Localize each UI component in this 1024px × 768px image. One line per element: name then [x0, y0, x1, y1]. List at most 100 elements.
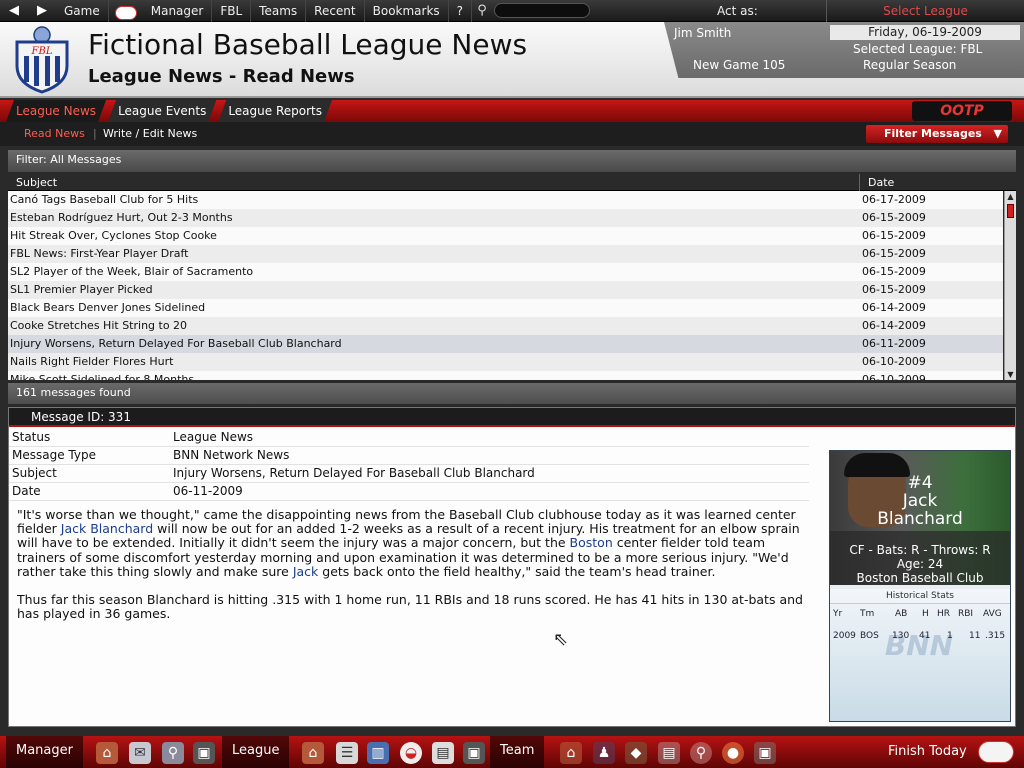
mouse-cursor-icon: ⇖ — [553, 629, 569, 650]
tab-league-events[interactable]: League Events — [108, 100, 216, 122]
mail-icon[interactable]: ✉ — [129, 742, 151, 764]
list-scrollbar[interactable]: ▲ ▼ — [1004, 191, 1016, 380]
field-value: Injury Worsens, Return Delayed For Baseb… — [173, 466, 535, 480]
player-team[interactable]: Boston Baseball Club — [830, 571, 1010, 585]
table-row[interactable]: Canó Tags Baseball Club for 5 Hits 06-17-… — [8, 191, 1003, 209]
team-section-label[interactable]: Team — [490, 736, 545, 768]
search-icon[interactable]: ⚲ — [162, 742, 184, 764]
baseball-icon[interactable] — [114, 5, 137, 20]
player-first-name: Jack — [902, 491, 938, 511]
message-body: "It's worse than we thought," came the d… — [17, 507, 809, 635]
table-row[interactable]: Hit Streak Over, Cyclones Stop Cooke 06-1… — [8, 227, 1003, 245]
menu-help[interactable]: ? — [449, 0, 473, 22]
row-date: 06-14-2009 — [862, 319, 926, 332]
row-date: 06-15-2009 — [862, 211, 926, 224]
player-link[interactable]: Jack — [293, 564, 318, 579]
stat-value: BOS — [860, 631, 879, 641]
row-subject: Hit Streak Over, Cyclones Stop Cooke — [10, 229, 217, 242]
stat-value: 41 — [919, 631, 931, 641]
bottom-toolbar: Manager ⌂ ✉ ⚲ ▣ League ⌂ ☰ ▥ ◒ ▤ ▣ Team … — [0, 736, 1024, 768]
scrollbar-thumb[interactable] — [1007, 204, 1014, 218]
search-icon[interactable]: ⚲ — [472, 3, 492, 18]
table-row[interactable]: Cooke Stretches Hit String to 20 06-14-20… — [8, 317, 1003, 335]
scout-icon[interactable]: ⚲ — [690, 742, 712, 764]
league-home-icon[interactable]: ⌂ — [302, 742, 324, 764]
manager-section-label[interactable]: Manager — [6, 736, 83, 768]
user-name[interactable]: Jim Smith — [674, 26, 731, 40]
message-field-row: Status League News — [9, 429, 809, 447]
top-menubar: ◀ ▶ Game Manager FBL Teams Recent Bookma… — [0, 0, 1024, 22]
subtab-read-news[interactable]: Read News — [24, 127, 85, 140]
screenshot-icon[interactable]: ▣ — [193, 742, 215, 764]
menu-game[interactable]: Game — [56, 0, 109, 22]
league-section-label[interactable]: League — [222, 736, 290, 768]
row-subject: Esteban Rodríguez Hurt, Out 2-3 Months — [10, 211, 233, 224]
field-value: League News — [173, 430, 254, 444]
league-screenshot-icon[interactable]: ▣ — [463, 742, 485, 764]
search-input[interactable] — [494, 3, 591, 18]
table-row[interactable]: Mike Scott Sidelined for 8 Months 06-10-2… — [8, 371, 1003, 380]
home-icon[interactable]: ⌂ — [96, 742, 118, 764]
menu-fbl[interactable]: FBL — [212, 0, 252, 22]
tab-league-news[interactable]: League News — [6, 100, 106, 122]
team-home-icon[interactable]: ⌂ — [560, 742, 582, 764]
news-icon[interactable]: ☰ — [336, 742, 358, 764]
ball-icon[interactable]: ● — [722, 742, 744, 764]
act-as-label: Act as: — [717, 4, 758, 18]
lineup-icon[interactable]: ▤ — [658, 742, 680, 764]
row-subject: Mike Scott Sidelined for 8 Months — [10, 373, 195, 380]
forward-arrow-icon[interactable]: ▶ — [28, 3, 56, 18]
menu-manager[interactable]: Manager — [143, 0, 213, 22]
column-subject[interactable]: Subject — [16, 176, 57, 189]
table-row[interactable]: FBL News: First-Year Player Draft 06-15-2… — [8, 245, 1003, 263]
table-row[interactable]: Injury Worsens, Return Delayed For Baseb… — [8, 335, 1003, 353]
back-arrow-icon[interactable]: ◀ — [0, 3, 28, 18]
player-card[interactable]: #4 Jack Blanchard CF - Bats: R - Throws:… — [829, 450, 1011, 722]
stats-chart-icon[interactable]: ▥ — [367, 742, 389, 764]
messages-found-count: 161 messages found — [8, 383, 1016, 404]
stat-value: 11 — [969, 631, 981, 641]
stat-header: HR — [937, 609, 951, 619]
select-league-button[interactable]: Select League — [826, 0, 1024, 22]
field-label: Date — [12, 484, 41, 498]
scroll-up-arrow-icon[interactable]: ▲ — [1005, 191, 1016, 202]
table-row[interactable]: Nails Right Fielder Flores Hurt 06-10-200… — [8, 353, 1003, 371]
team-link[interactable]: Boston — [570, 535, 613, 550]
roster-icon[interactable]: ♟ — [593, 742, 615, 764]
baseball-icon[interactable]: ◒ — [400, 742, 422, 764]
player-link[interactable]: Jack Blanchard — [61, 521, 153, 536]
finish-baseball-icon[interactable] — [978, 741, 1014, 763]
column-divider — [859, 174, 860, 191]
table-row[interactable]: SL2 Player of the Week, Blair of Sacrame… — [8, 263, 1003, 281]
subtab-separator: | — [93, 127, 97, 140]
menu-teams[interactable]: Teams — [251, 0, 307, 22]
filter-messages-button[interactable]: Filter Messages ▼ — [866, 125, 1008, 143]
menu-bookmarks[interactable]: Bookmarks — [365, 0, 449, 22]
column-date[interactable]: Date — [868, 176, 894, 189]
table-row[interactable]: Black Bears Denver Jones Sidelined 06-14-… — [8, 299, 1003, 317]
filter-status: Filter: All Messages — [8, 150, 1016, 172]
field-value: 06-11-2009 — [173, 484, 243, 498]
menu-recent[interactable]: Recent — [306, 0, 365, 22]
table-row[interactable]: SL1 Premier Player Picked 06-15-2009 — [8, 281, 1003, 299]
tab-league-reports[interactable]: League Reports — [218, 100, 332, 122]
field-label: Message Type — [12, 448, 96, 462]
row-date: 06-14-2009 — [862, 301, 926, 314]
clipboard-icon[interactable]: ▤ — [432, 742, 454, 764]
subtab-write-edit-news[interactable]: Write / Edit News — [103, 127, 197, 140]
field-label: Subject — [12, 466, 57, 480]
team-screenshot-icon[interactable]: ▣ — [754, 742, 776, 764]
row-subject: Black Bears Denver Jones Sidelined — [10, 301, 206, 314]
ootp-logo: OOTP — [912, 101, 1012, 121]
player-number: #4 — [907, 473, 933, 493]
selected-league-label: Selected League: FBL — [853, 42, 983, 56]
diamond-icon[interactable]: ◆ — [625, 742, 647, 764]
table-row[interactable]: Esteban Rodríguez Hurt, Out 2-3 Months 06… — [8, 209, 1003, 227]
message-field-row: Message Type BNN Network News — [9, 447, 809, 465]
row-date: 06-15-2009 — [862, 229, 926, 242]
message-paragraph-1: "It's worse than we thought," came the d… — [17, 507, 809, 579]
finish-today-button[interactable]: Finish Today — [888, 736, 967, 768]
stat-value: 2009 — [833, 631, 856, 641]
scroll-down-arrow-icon[interactable]: ▼ — [1005, 369, 1016, 380]
message-field-row: Date 06-11-2009 — [9, 483, 809, 501]
